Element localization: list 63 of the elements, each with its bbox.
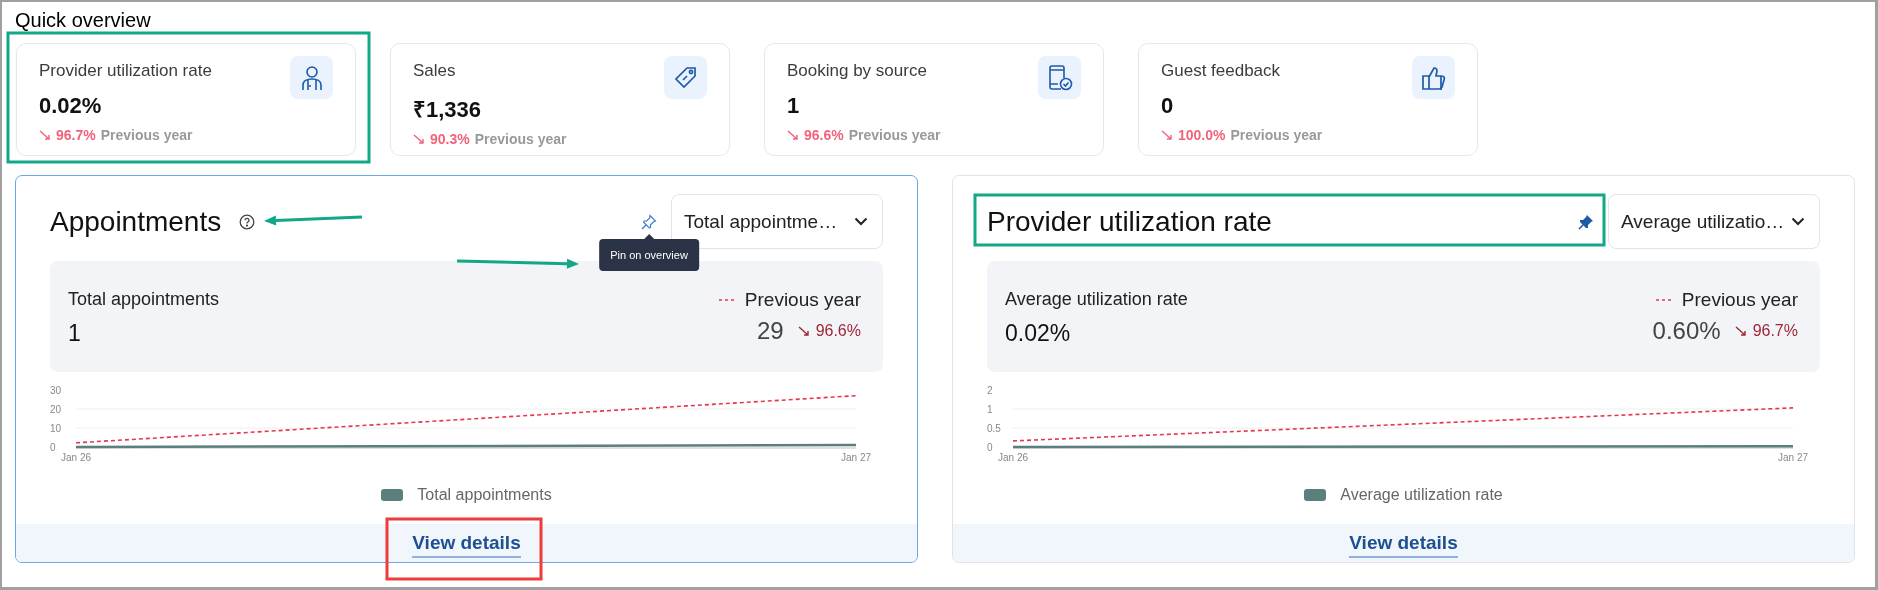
change-percent: 96.7% — [1752, 322, 1798, 340]
legend-label: Average utilization rate — [1340, 486, 1503, 504]
card-title: Guest feedback — [1161, 61, 1282, 81]
axis-label: Jan 27 — [1778, 452, 1808, 463]
axis-label: Jan 26 — [998, 452, 1028, 463]
stat-label: Total appointments — [68, 289, 220, 310]
axis-label: 10 — [50, 422, 62, 434]
dashed-legend-icon — [718, 298, 735, 302]
overview-card[interactable]: Provider utilization rate 0.02% 96.7% Previous year — [16, 43, 356, 156]
view-details-link[interactable]: View details — [1349, 532, 1458, 558]
stat-value: 1 — [68, 320, 82, 347]
view-details-link[interactable]: View details — [412, 532, 521, 558]
legend-swatch — [381, 489, 404, 501]
change-percent: 90.3% — [430, 131, 470, 147]
comparison-label: Previous year — [848, 127, 941, 143]
axis-label: 1 — [987, 403, 993, 415]
change-percent: 96.6% — [815, 322, 861, 340]
axis-label: Jan 26 — [61, 452, 91, 463]
axis-label: 20 — [50, 403, 62, 415]
legend-swatch — [1304, 489, 1327, 501]
card-value: 0.02% — [39, 93, 103, 119]
change-percent: 96.7% — [56, 127, 96, 143]
metric-dropdown[interactable]: Total appointme… — [671, 194, 883, 249]
card-value: 1 — [787, 93, 801, 119]
change-percent: 100.0% — [1178, 127, 1226, 143]
axis-label: 0 — [50, 441, 56, 453]
chevron-down-icon — [1791, 217, 1805, 226]
card-title: Sales — [413, 61, 457, 81]
panel-title: Appointments — [50, 205, 222, 238]
comparison-label: Previous year — [474, 131, 567, 147]
phone-check-icon — [1046, 63, 1073, 92]
axis-label: 0 — [987, 441, 993, 453]
metric-dropdown[interactable]: Average utilizatio… — [1608, 194, 1820, 249]
card-title: Booking by source — [787, 61, 928, 81]
stat-value: 0.02% — [1005, 320, 1072, 347]
panel-title: Provider utilization rate — [987, 205, 1272, 238]
stat-label: Average utilization rate — [1005, 289, 1188, 310]
axis-label: 2 — [987, 384, 993, 396]
tag-icon — [672, 64, 699, 91]
card-title: Provider utilization rate — [39, 61, 212, 81]
overview-card[interactable]: Sales ₹1,336 90.3% Previous year — [390, 43, 730, 156]
comparison-value: 29 — [756, 317, 784, 345]
person-icon — [299, 64, 324, 91]
card-value: ₹1,336 — [413, 96, 483, 123]
comparison-label: Previous year — [1681, 289, 1798, 311]
change-percent: 96.6% — [804, 127, 844, 143]
comparison-label: Previous year — [744, 289, 861, 311]
overview-card[interactable]: Guest feedback 0 100.0% Previous year — [1138, 43, 1478, 156]
axis-label: 0.5 — [987, 422, 1001, 434]
overview-card[interactable]: Booking by source 1 96.6% Previous year — [764, 43, 1104, 156]
dashed-legend-icon — [1655, 298, 1672, 302]
axis-label: Jan 27 — [841, 452, 871, 463]
comparison-label: Previous year — [1230, 127, 1323, 143]
comparison-label: Previous year — [100, 127, 193, 143]
chevron-down-icon — [854, 217, 868, 226]
section-heading: Quick overview — [15, 8, 152, 32]
legend-label: Total appointments — [417, 486, 552, 504]
comparison-value: 0.60% — [1652, 317, 1721, 345]
help-icon[interactable] — [239, 213, 256, 230]
axis-label: 30 — [50, 384, 62, 396]
pin-icon[interactable] — [641, 213, 657, 230]
pin-icon[interactable] — [1578, 213, 1594, 230]
card-value: 0 — [1161, 93, 1175, 119]
